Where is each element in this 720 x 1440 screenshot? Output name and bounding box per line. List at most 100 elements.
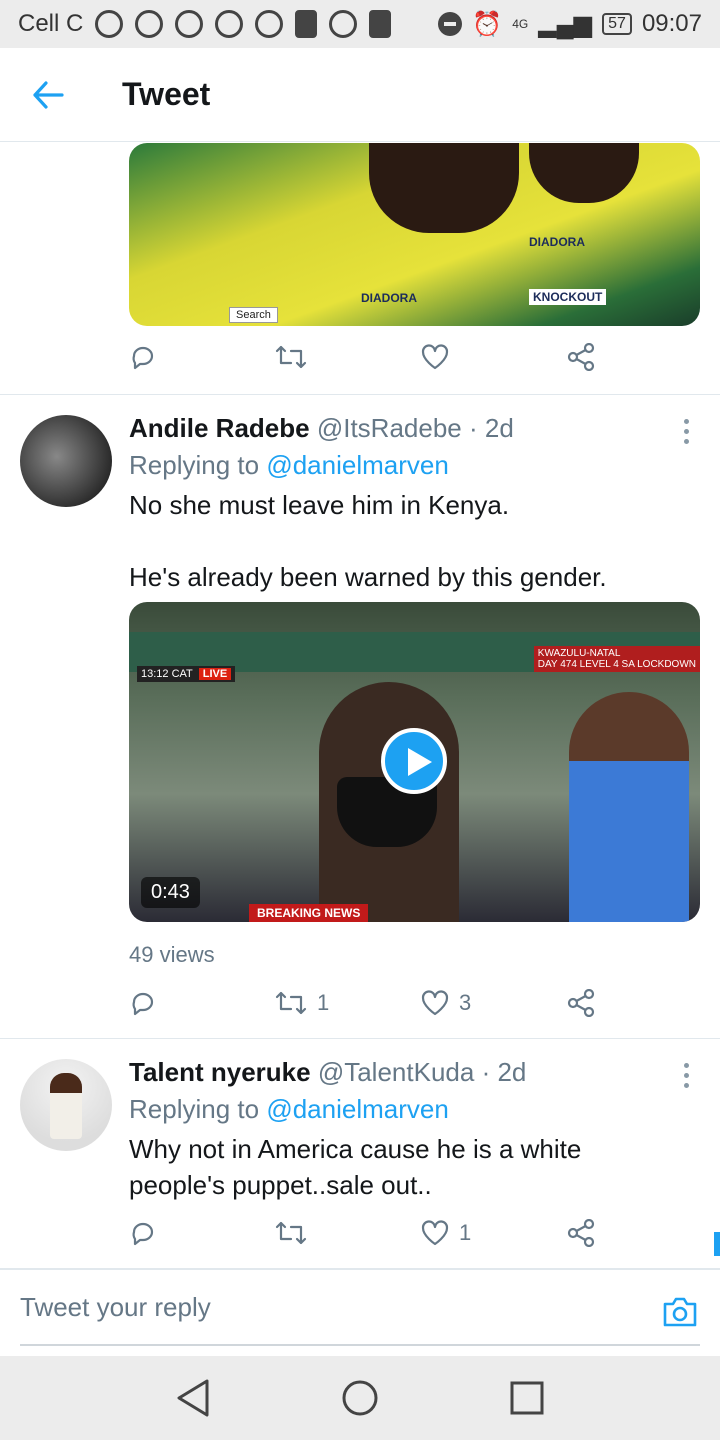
whatsapp-icon	[95, 10, 124, 38]
tweet-image[interactable]: DIADORA DIADORA KNOCKOUT Search	[129, 143, 700, 326]
user-handle[interactable]: @ItsRadebe	[317, 413, 462, 443]
status-bar: Cell C ⏰ 4G ▂▄▆ 57 09:07	[0, 0, 720, 48]
reply-button[interactable]	[129, 989, 275, 1017]
tweet-actions	[129, 343, 609, 371]
retweet-icon	[275, 991, 307, 1015]
nav-home-button[interactable]	[330, 1368, 390, 1428]
network-type: 4G	[512, 17, 529, 31]
share-icon	[567, 989, 595, 1017]
broadcast-time: 13:12 CAT LIVE	[137, 666, 236, 682]
reply-icon	[132, 1222, 154, 1246]
retweet-button[interactable]	[275, 1219, 421, 1247]
back-button[interactable]	[0, 48, 96, 142]
sd-card-icon	[295, 10, 318, 38]
arrow-left-icon	[33, 80, 64, 109]
page-title: Tweet	[122, 76, 211, 112]
signal-icon: ▂▄▆	[538, 10, 593, 38]
square-recents-icon	[510, 1381, 544, 1415]
jersey-brand: DIADORA	[361, 291, 417, 305]
system-nav-bar	[0, 1356, 720, 1440]
reply-input[interactable]: Tweet your reply	[20, 1292, 211, 1323]
tweet-text: Why not in America cause he is a white p…	[129, 1134, 582, 1200]
tweet-actions: 1 3	[129, 989, 609, 1017]
broadcast-region: KWAZULU-NATAL DAY 474 LEVEL 4 SA LOCKDOW…	[533, 646, 700, 672]
retweet-icon	[275, 1221, 307, 1245]
share-button[interactable]	[567, 1219, 595, 1247]
camera-icon	[663, 1297, 697, 1327]
like-button[interactable]: 3	[421, 990, 567, 1016]
timestamp: 2d	[497, 1057, 527, 1087]
alarm-icon: ⏰	[472, 10, 503, 38]
nav-recents-button[interactable]	[497, 1368, 557, 1428]
display-name[interactable]: Talent nyeruke	[129, 1057, 311, 1087]
reply-icon	[132, 346, 154, 370]
circle-home-icon	[342, 1380, 378, 1416]
heart-icon	[421, 344, 449, 370]
retweet-button[interactable]	[275, 343, 421, 371]
tweet-thread[interactable]: DIADORA DIADORA KNOCKOUT Search Andile R…	[0, 143, 720, 1268]
reply-button[interactable]	[129, 343, 275, 371]
share-button[interactable]	[567, 343, 595, 371]
timestamp: 2d	[484, 413, 514, 443]
chrome-icon	[215, 10, 244, 38]
reply-button[interactable]	[129, 1219, 275, 1247]
reply-icon	[132, 992, 154, 1016]
notification-icon	[329, 10, 358, 38]
retweet-button[interactable]: 1	[275, 989, 421, 1017]
camera-button[interactable]	[662, 1296, 698, 1333]
more-options-button[interactable]	[684, 419, 690, 444]
heart-icon	[421, 990, 449, 1016]
user-handle[interactable]: @TalentKuda	[318, 1057, 475, 1087]
search-badge: Search	[229, 307, 278, 323]
tweet-header: Talent nyeruke @TalentKuda · 2d	[129, 1057, 526, 1088]
view-count: 49 views	[129, 942, 215, 967]
share-icon	[567, 1219, 595, 1247]
avatar[interactable]	[20, 415, 112, 507]
replying-to: Replying to @danielmarven	[129, 1094, 449, 1124]
tweet-text: No she must leave him in Kenya. He's alr…	[129, 490, 607, 592]
video-duration: 0:43	[141, 877, 200, 908]
clock: 09:07	[641, 10, 702, 37]
player-image	[369, 143, 519, 233]
play-button[interactable]	[381, 728, 447, 794]
separator: ·	[468, 413, 478, 443]
jersey-brand: DIADORA	[529, 235, 585, 249]
retweet-count: 1	[317, 990, 330, 1015]
battery-level: 57	[602, 13, 632, 35]
more-options-button[interactable]	[684, 1063, 690, 1088]
like-count: 3	[459, 990, 472, 1015]
replying-to: Replying to @danielmarven	[129, 450, 449, 480]
image-icon	[369, 10, 392, 38]
like-count: 1	[459, 1220, 472, 1245]
chrome-icon	[135, 10, 164, 38]
tweet-header: Andile Radebe @ItsRadebe · 2d	[129, 413, 514, 444]
like-button[interactable]	[421, 344, 567, 370]
chrome-icon	[255, 10, 284, 38]
share-icon	[567, 343, 595, 371]
breaking-news-ticker: BREAKING NEWS	[249, 904, 369, 922]
mention-link[interactable]: @danielmarven	[266, 1094, 448, 1124]
heart-icon	[421, 1220, 449, 1246]
like-button[interactable]: 1	[421, 1220, 567, 1246]
do-not-disturb-icon	[438, 12, 463, 36]
input-underline	[20, 1344, 700, 1346]
scrollbar[interactable]	[714, 1232, 720, 1256]
separator: ·	[481, 1057, 491, 1087]
reply-composer: Tweet your reply	[0, 1268, 720, 1356]
chrome-icon	[175, 10, 204, 38]
carrier-label: Cell C	[18, 10, 84, 37]
tweet-actions: 1	[129, 1219, 609, 1247]
avatar[interactable]	[20, 1059, 112, 1151]
reply-tweet[interactable]: Andile Radebe @ItsRadebe · 2d Replying t…	[0, 395, 720, 1038]
top-bar: Tweet	[0, 48, 720, 142]
retweet-icon	[275, 345, 307, 369]
share-button[interactable]	[567, 989, 595, 1017]
triangle-back-icon	[177, 1379, 209, 1417]
mention-link[interactable]: @danielmarven	[266, 450, 448, 480]
video-player[interactable]: 13:12 CAT LIVE KWAZULU-NATAL DAY 474 LEVE…	[129, 602, 700, 922]
sponsor-logo: KNOCKOUT	[529, 289, 607, 305]
nav-back-button[interactable]	[163, 1368, 223, 1428]
display-name[interactable]: Andile Radebe	[129, 413, 310, 443]
player-image	[529, 143, 639, 203]
reply-tweet[interactable]: Talent nyeruke @TalentKuda · 2d Replying…	[0, 1039, 720, 1268]
